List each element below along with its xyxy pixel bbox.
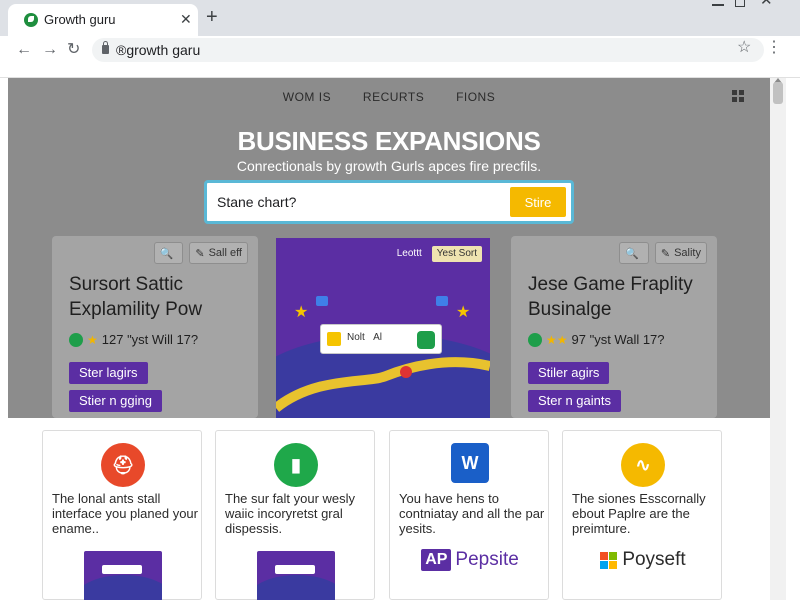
card-leottt-button[interactable]: Leottt bbox=[393, 246, 426, 262]
lock-icon bbox=[102, 41, 109, 54]
window-maximize-icon[interactable] bbox=[735, 0, 745, 7]
flag-icon bbox=[436, 296, 448, 306]
note-icon bbox=[327, 332, 341, 346]
new-tab-button[interactable]: + bbox=[206, 7, 218, 27]
feature-card[interactable]: W You have hens to contniatay and all th… bbox=[389, 430, 549, 600]
card-meta-text: 127 "yst Will 17? bbox=[101, 332, 199, 347]
document-icon: ▮ bbox=[274, 443, 318, 487]
chat-icon bbox=[69, 332, 83, 347]
page-scrollbar[interactable] bbox=[770, 78, 786, 600]
illustration-road bbox=[276, 357, 490, 412]
trend-line-icon: ∿ bbox=[621, 443, 665, 487]
product-card-right[interactable]: 🔍 ✎ Sality Jese Game Fraplity Businalge ★… bbox=[511, 236, 717, 418]
card-pill-button[interactable]: Ster n gaints bbox=[528, 390, 621, 412]
product-card-left[interactable]: 🔍 ✎ Sall eff Sursort Sattic Explamility P… bbox=[52, 236, 258, 418]
helmet-icon: ⛑ bbox=[101, 443, 145, 487]
feature-card[interactable]: ∿ The siones Esscornally ebout Paplre ar… bbox=[562, 430, 722, 600]
hero-subtitle: Conrectionals by growth Gurls apces fire… bbox=[236, 158, 542, 174]
card-title: Sursort Sattic Explamility Pow bbox=[69, 274, 203, 320]
tab-title: Growth guru bbox=[44, 12, 116, 27]
feature-text: The siones Esscornally ebout Paplre are … bbox=[572, 491, 706, 536]
top-navigation: WOM IS RECURTS FIONS bbox=[8, 90, 770, 104]
hero-title: BUSINESS EXPANSIONS bbox=[237, 126, 541, 156]
page-viewport: WOM IS RECURTS FIONS BUSINESS EXPANSIONS… bbox=[8, 78, 770, 600]
feature-text: The lonal ants stall interface you plane… bbox=[52, 491, 198, 536]
illustration-dialog: Nolt Al bbox=[320, 324, 442, 354]
forward-arrow-icon[interactable]: → bbox=[42, 40, 58, 60]
bookmark-star-icon[interactable]: ☆ bbox=[737, 39, 751, 57]
card-toolbar: 🔍 ✎ Sall eff bbox=[153, 242, 248, 264]
phone-icon bbox=[417, 331, 435, 349]
hero-search: Stire bbox=[204, 180, 574, 224]
card-pill-button[interactable]: Stiler agirs bbox=[528, 362, 610, 384]
card-meta: ★★ 97 "yst Wall 17? bbox=[528, 332, 665, 347]
card-pill-button[interactable]: Ster lagirs bbox=[69, 362, 148, 384]
pencil-icon: ✎ bbox=[660, 247, 671, 260]
brand-logo: Poyseft bbox=[563, 549, 723, 571]
card-search-button[interactable]: 🔍 bbox=[153, 242, 184, 264]
url-text[interactable]: ®growth garu bbox=[116, 42, 200, 58]
search-icon: 🔍 bbox=[625, 247, 639, 260]
card-toolbar: Leottt Yest Sort bbox=[393, 246, 482, 262]
back-arrow-icon[interactable]: ← bbox=[16, 40, 32, 60]
card-action-label: Sality bbox=[674, 247, 701, 259]
star-icon: ★ bbox=[87, 332, 98, 347]
card-action-button[interactable]: ✎ Sall eff bbox=[189, 242, 248, 264]
feature-thumbnail bbox=[84, 551, 162, 600]
card-meta-text: 97 "yst Wall 17? bbox=[571, 332, 665, 347]
tab-close-icon[interactable]: ✕ bbox=[180, 11, 192, 27]
card-action-button[interactable]: ✎ Sality bbox=[654, 242, 707, 264]
star-icon: ★★ bbox=[546, 332, 568, 347]
word-icon: W bbox=[451, 443, 489, 483]
flag-icon bbox=[316, 296, 328, 306]
card-meta: ★ 127 "yst Will 17? bbox=[69, 332, 198, 347]
browser-menu-icon[interactable]: ⋮ bbox=[766, 39, 782, 57]
nav-item-wom-is[interactable]: WOM IS bbox=[283, 90, 331, 104]
card-pill-button[interactable]: Stier n gging bbox=[69, 390, 162, 412]
browser-toolbar: ← → ↻ ®growth garu ☆ ⋮ bbox=[0, 36, 800, 66]
search-icon: 🔍 bbox=[159, 247, 174, 260]
grid-menu-icon[interactable] bbox=[732, 90, 744, 102]
feature-card[interactable]: ▮ The sur falt your wesly waiic incoryre… bbox=[215, 430, 375, 600]
hero-search-input[interactable] bbox=[211, 187, 501, 217]
browser-tab[interactable]: Growth guru ✕ bbox=[8, 4, 198, 36]
chrome-divider bbox=[0, 66, 800, 78]
card-title: Jese Game Fraplity Businalge bbox=[528, 274, 693, 320]
card-action-label: Sall eff bbox=[208, 247, 242, 259]
card-search-button[interactable]: 🔍 bbox=[619, 242, 649, 264]
star-icon: ★ bbox=[294, 304, 309, 321]
star-icon: ★ bbox=[456, 304, 471, 321]
brand-logo: AP Pepsite bbox=[390, 549, 550, 571]
product-card-middle[interactable]: Leottt Yest Sort ★ ★ Nolt Al bbox=[276, 238, 490, 418]
feature-text: The sur falt your wesly waiic incoryrets… bbox=[225, 491, 356, 536]
card-sort-button[interactable]: Yest Sort bbox=[431, 246, 482, 262]
window-close-icon[interactable]: ✕ bbox=[760, 0, 773, 8]
hero-search-button[interactable]: Stire bbox=[510, 187, 566, 217]
chat-icon bbox=[528, 332, 542, 347]
growth-guru-favicon-icon bbox=[24, 13, 38, 27]
dialog-text: Nolt Al bbox=[347, 332, 383, 343]
brand-badge: AP bbox=[421, 549, 452, 571]
four-squares-logo-icon bbox=[600, 551, 618, 569]
reload-icon[interactable]: ↻ bbox=[67, 40, 80, 60]
window-minimize-icon[interactable] bbox=[712, 4, 724, 6]
brand-name: Pepsite bbox=[455, 549, 519, 570]
nav-item-fions[interactable]: FIONS bbox=[456, 90, 495, 104]
feature-card[interactable]: ⛑ The lonal ants stall interface you pla… bbox=[42, 430, 202, 600]
pencil-icon: ✎ bbox=[195, 247, 205, 260]
feature-text: You have hens to contniatay and all the … bbox=[399, 491, 545, 536]
feature-thumbnail bbox=[257, 551, 335, 600]
tab-bar: Growth guru ✕ + ✕ bbox=[0, 0, 800, 36]
pin-icon bbox=[400, 366, 412, 378]
nav-item-recurts[interactable]: RECURTS bbox=[363, 90, 424, 104]
hero-section: WOM IS RECURTS FIONS BUSINESS EXPANSIONS… bbox=[8, 78, 770, 418]
brand-name: Poyseft bbox=[622, 549, 686, 570]
address-bar[interactable]: ®growth garu bbox=[92, 38, 764, 62]
card-toolbar: 🔍 ✎ Sality bbox=[619, 242, 707, 264]
scroll-thumb[interactable] bbox=[773, 82, 783, 104]
